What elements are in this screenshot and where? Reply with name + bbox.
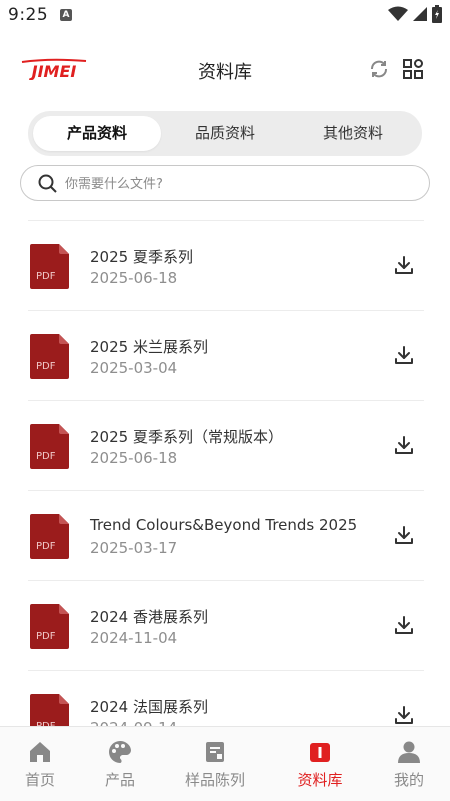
tab-other-docs[interactable]: 其他资料 [289, 116, 417, 151]
pdf-icon-label: PDF [36, 361, 56, 372]
palette-icon [109, 740, 132, 763]
status-icons [388, 5, 442, 23]
nav-library-label: 资料库 [297, 771, 343, 789]
pdf-icon-label: PDF [36, 631, 56, 642]
nav-home-label: 首页 [24, 771, 55, 789]
bottom-nav: 首页 产品 样品陈列 资料库 我的 [0, 726, 450, 801]
battery-icon [432, 5, 442, 23]
file-title: 2024 香港展系列 [90, 608, 208, 626]
notification-icon: A [60, 9, 72, 21]
pdf-icon-label: PDF [36, 271, 56, 282]
pdf-file-icon: PDF [30, 514, 69, 559]
file-date: 2024-09-14 [90, 719, 177, 726]
status-bar: 9:25 A [0, 0, 450, 30]
signal-icon [413, 7, 427, 21]
file-list: PDF 2025 夏季系列 2025-06-18 PDF 2025 米兰展系列 2025-… [28, 220, 424, 726]
search-input[interactable] [65, 172, 415, 196]
pdf-icon-label: PDF [36, 451, 56, 462]
download-icon[interactable] [392, 343, 416, 367]
home-icon [30, 742, 50, 762]
nav-profile-label: 我的 [393, 771, 424, 789]
file-date: 2024-11-04 [90, 629, 178, 647]
file-date: 2025-03-17 [90, 539, 178, 557]
file-row[interactable]: PDF 2024 香港展系列 2024-11-04 [28, 581, 424, 671]
wifi-icon [388, 6, 408, 21]
file-row[interactable]: PDF 2025 夏季系列（常规版本） 2025-06-18 [28, 401, 424, 491]
file-row[interactable]: PDF 2024 法国展系列 2024-09-14 [28, 671, 424, 726]
download-icon[interactable] [392, 523, 416, 547]
download-icon[interactable] [392, 703, 416, 726]
search-bar [20, 165, 430, 201]
tab-quality-docs[interactable]: 品质资料 [161, 116, 289, 151]
tab-product-docs[interactable]: 产品资料 [33, 116, 161, 151]
nav-products-label: 产品 [104, 771, 135, 789]
pdf-file-icon: PDF [30, 334, 69, 379]
file-title: 2025 米兰展系列 [90, 338, 208, 356]
file-title: Trend Colours&Beyond Trends 2025 [90, 516, 358, 534]
file-row[interactable]: PDF 2025 米兰展系列 2025-03-04 [28, 311, 424, 401]
pdf-file-icon: PDF [30, 694, 69, 726]
profile-icon [398, 741, 420, 763]
search-icon [38, 174, 57, 193]
download-icon[interactable] [392, 253, 416, 277]
scan-button[interactable] [400, 56, 426, 82]
nav-products[interactable]: 产品 [80, 739, 160, 795]
nav-profile[interactable]: 我的 [369, 739, 449, 795]
status-time: 9:25 [8, 5, 49, 25]
file-row[interactable]: PDF 2025 夏季系列 2025-06-18 [28, 221, 424, 311]
file-title: 2024 法国展系列 [90, 698, 208, 716]
grid-scan-icon [403, 59, 423, 79]
pdf-icon-label: PDF [36, 541, 56, 552]
library-icon [310, 743, 330, 762]
pdf-file-icon: PDF [30, 604, 69, 649]
file-date: 2025-03-04 [90, 359, 178, 377]
file-date: 2025-06-18 [90, 449, 178, 467]
refresh-button[interactable] [366, 56, 392, 82]
nav-library[interactable]: 资料库 [280, 739, 360, 795]
category-tabs: 产品资料 品质资料 其他资料 [28, 111, 422, 156]
display-icon [206, 742, 224, 762]
download-icon[interactable] [392, 433, 416, 457]
nav-home[interactable]: 首页 [0, 739, 80, 795]
file-title: 2025 夏季系列 [90, 248, 193, 266]
pdf-file-icon: PDF [30, 244, 69, 289]
nav-samples[interactable]: 样品陈列 [175, 739, 255, 795]
app-header: JIMEI 资料库 [0, 44, 450, 96]
file-row[interactable]: PDF Trend Colours&Beyond Trends 2025 2025-… [28, 491, 424, 581]
file-date: 2025-06-18 [90, 269, 178, 287]
nav-samples-label: 样品陈列 [184, 771, 245, 789]
refresh-icon [371, 60, 387, 78]
pdf-file-icon: PDF [30, 424, 69, 469]
download-icon[interactable] [392, 613, 416, 637]
file-title: 2025 夏季系列（常规版本） [90, 428, 283, 446]
